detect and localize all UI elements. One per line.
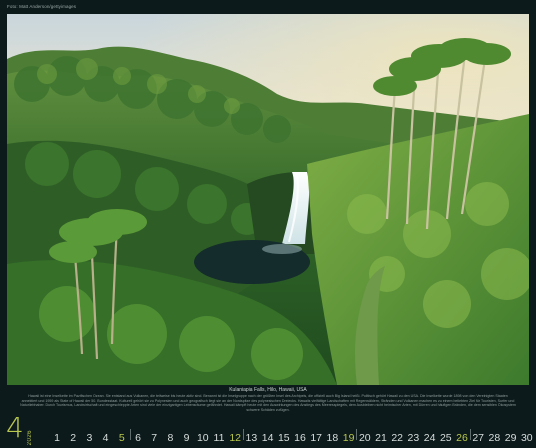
year-label: 2026 (27, 430, 33, 446)
month-number: 4 (6, 411, 24, 444)
calendar-day-3: 3 (86, 432, 93, 444)
calendar-day-13: 13 (245, 432, 258, 444)
calendar-day-12: 12 (229, 432, 242, 444)
calendar-day-10: 10 (196, 432, 209, 444)
calendar-day-25: 25 (439, 432, 452, 444)
calendar-day-22: 22 (391, 432, 404, 444)
calendar-photo (7, 14, 529, 385)
calendar-day-11: 11 (213, 432, 225, 444)
calendar-day-19: 19 (342, 432, 355, 444)
calendar-day-9: 9 (183, 432, 190, 444)
calendar-day-2: 2 (70, 432, 77, 444)
calendar-day-1: 1 (54, 432, 60, 444)
calendar-day-14: 14 (261, 432, 274, 444)
caption-body: Hawaii ist eine Inselkette im Pazifische… (20, 394, 516, 412)
calendar-day-20: 20 (358, 432, 371, 444)
calendar-day-4: 4 (102, 432, 109, 444)
calendar-day-6: 6 (135, 432, 141, 444)
calendar-day-21: 21 (375, 432, 387, 444)
calendar-day-18: 18 (326, 432, 339, 444)
caption-title: Kulaniapia Falls, Hilo, Hawaii, USA (229, 387, 307, 393)
calendar-day-8: 8 (167, 432, 174, 444)
calendar-day-23: 23 (407, 432, 420, 444)
calendar-day-29: 29 (504, 432, 517, 444)
calendar-day-24: 24 (423, 432, 436, 444)
calendar-day-30: 30 (520, 432, 533, 444)
photo-credit: Foto: Matt Anderson/gettyimages (7, 4, 77, 9)
calendar-day-17: 17 (310, 432, 323, 444)
calendar-day-5: 5 (118, 432, 125, 444)
calendar-day-27: 27 (472, 432, 485, 444)
calendar-day-26: 26 (456, 432, 468, 444)
calendar-day-16: 16 (294, 432, 306, 444)
calendar-day-7: 7 (151, 432, 158, 444)
calendar-day-28: 28 (488, 432, 501, 444)
day-strip: 1 2 3 4 5 6 7 8 9 10 11 12 13 14 15 16 17 18 19 20 21 22 23 24 2… (49, 429, 535, 446)
calendar-day-15: 15 (277, 432, 290, 444)
